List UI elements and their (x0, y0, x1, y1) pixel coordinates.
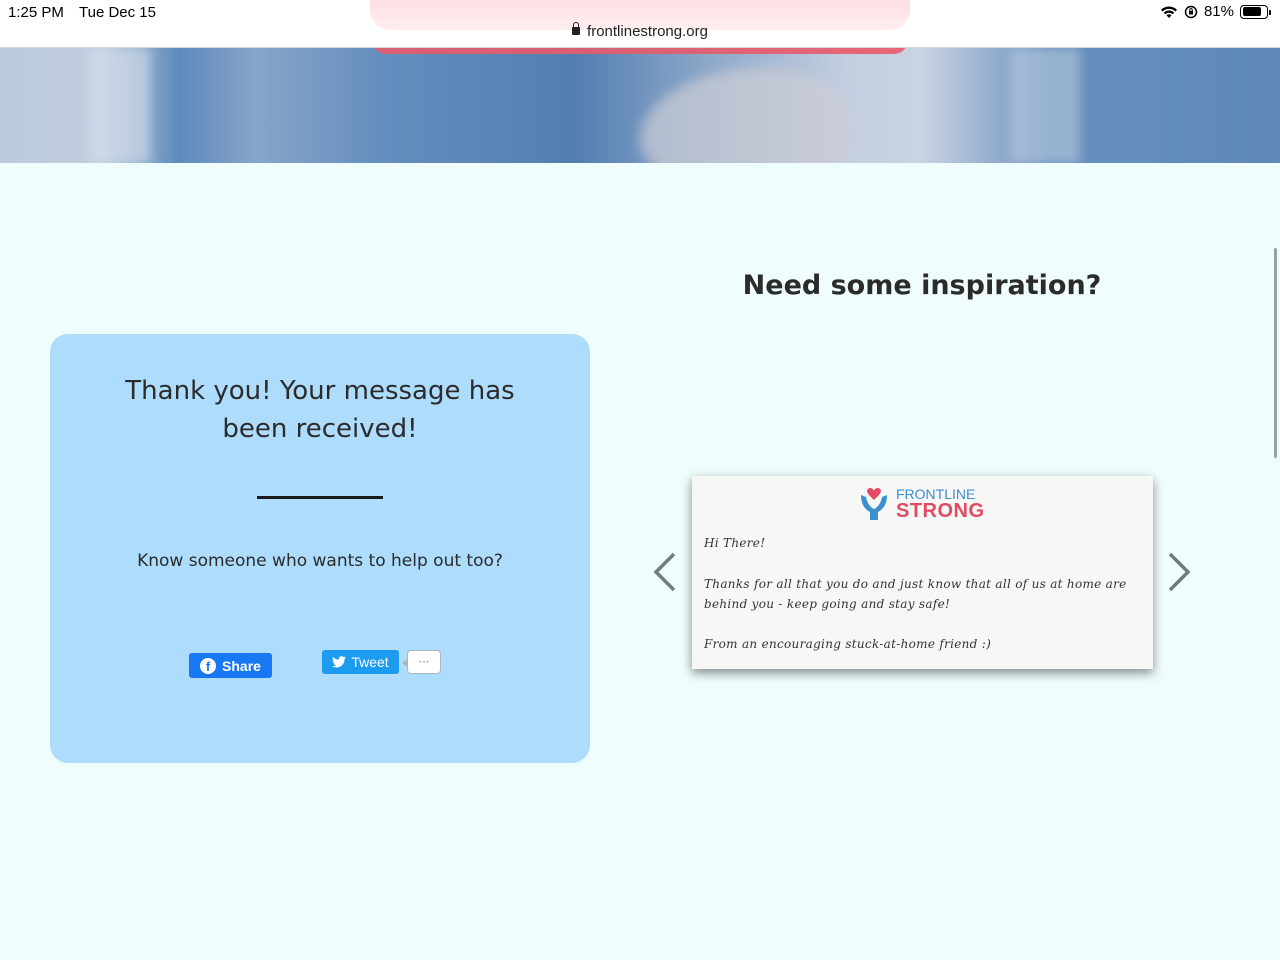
letter-signoff: From an encouraging stuck-at-home friend… (704, 637, 992, 651)
heart-hands-icon (861, 487, 887, 520)
inspiration-letter-card: FRONTLINE STRONG Hi There! Thanks for al… (692, 476, 1153, 669)
letter-body-line: behind you - keep going and stay safe! (704, 597, 951, 611)
letter-body-line: Thanks for all that you do and just know… (704, 577, 1127, 591)
tweet-count-bubble: ··· (402, 650, 441, 674)
divider (257, 496, 383, 499)
hero-image (0, 48, 1280, 163)
url-text: frontlinestrong.org (587, 23, 708, 40)
battery-percent: 81% (1203, 3, 1234, 20)
battery-fill (1242, 7, 1262, 16)
letter-greeting: Hi There! (704, 536, 766, 550)
orientation-lock-icon (1184, 5, 1198, 18)
facebook-share-label: Share (222, 657, 261, 674)
lock-icon (572, 22, 581, 35)
address-bar[interactable]: frontlinestrong.org (0, 22, 1280, 40)
scrollbar[interactable] (1274, 248, 1277, 458)
inspiration-heading: Need some inspiration? (742, 270, 1102, 301)
hero-button-edge[interactable] (372, 48, 908, 54)
facebook-share-button[interactable]: f Share (189, 653, 272, 678)
logo-text-strong: STRONG (896, 500, 985, 522)
twitter-bird-icon (332, 656, 347, 668)
logo-text-frontline: FRONTLINE (896, 486, 976, 502)
status-indicators: 81% (1160, 3, 1271, 20)
status-date: Tue Dec 15 (79, 4, 156, 21)
tweet-label: Tweet (351, 654, 389, 670)
share-prompt-text: Know someone who wants to help out too? (137, 551, 503, 571)
facebook-icon: f (200, 657, 217, 674)
thank-you-heading: Thank you! Your message has been receive… (125, 376, 515, 444)
status-bar: 1:25 PM Tue Dec 15 81% frontlinestrong.o… (0, 0, 1280, 48)
thank-you-card: Thank you! Your message has been receive… (50, 334, 590, 763)
wifi-icon (1160, 6, 1177, 18)
chevron-right-icon[interactable] (1168, 552, 1192, 592)
frontline-strong-logo: FRONTLINE STRONG (858, 487, 985, 521)
chevron-left-icon[interactable] (652, 552, 676, 592)
battery-icon (1240, 4, 1271, 19)
tweet-button[interactable]: Tweet (322, 650, 399, 674)
status-time: 1:25 PM (8, 4, 64, 21)
